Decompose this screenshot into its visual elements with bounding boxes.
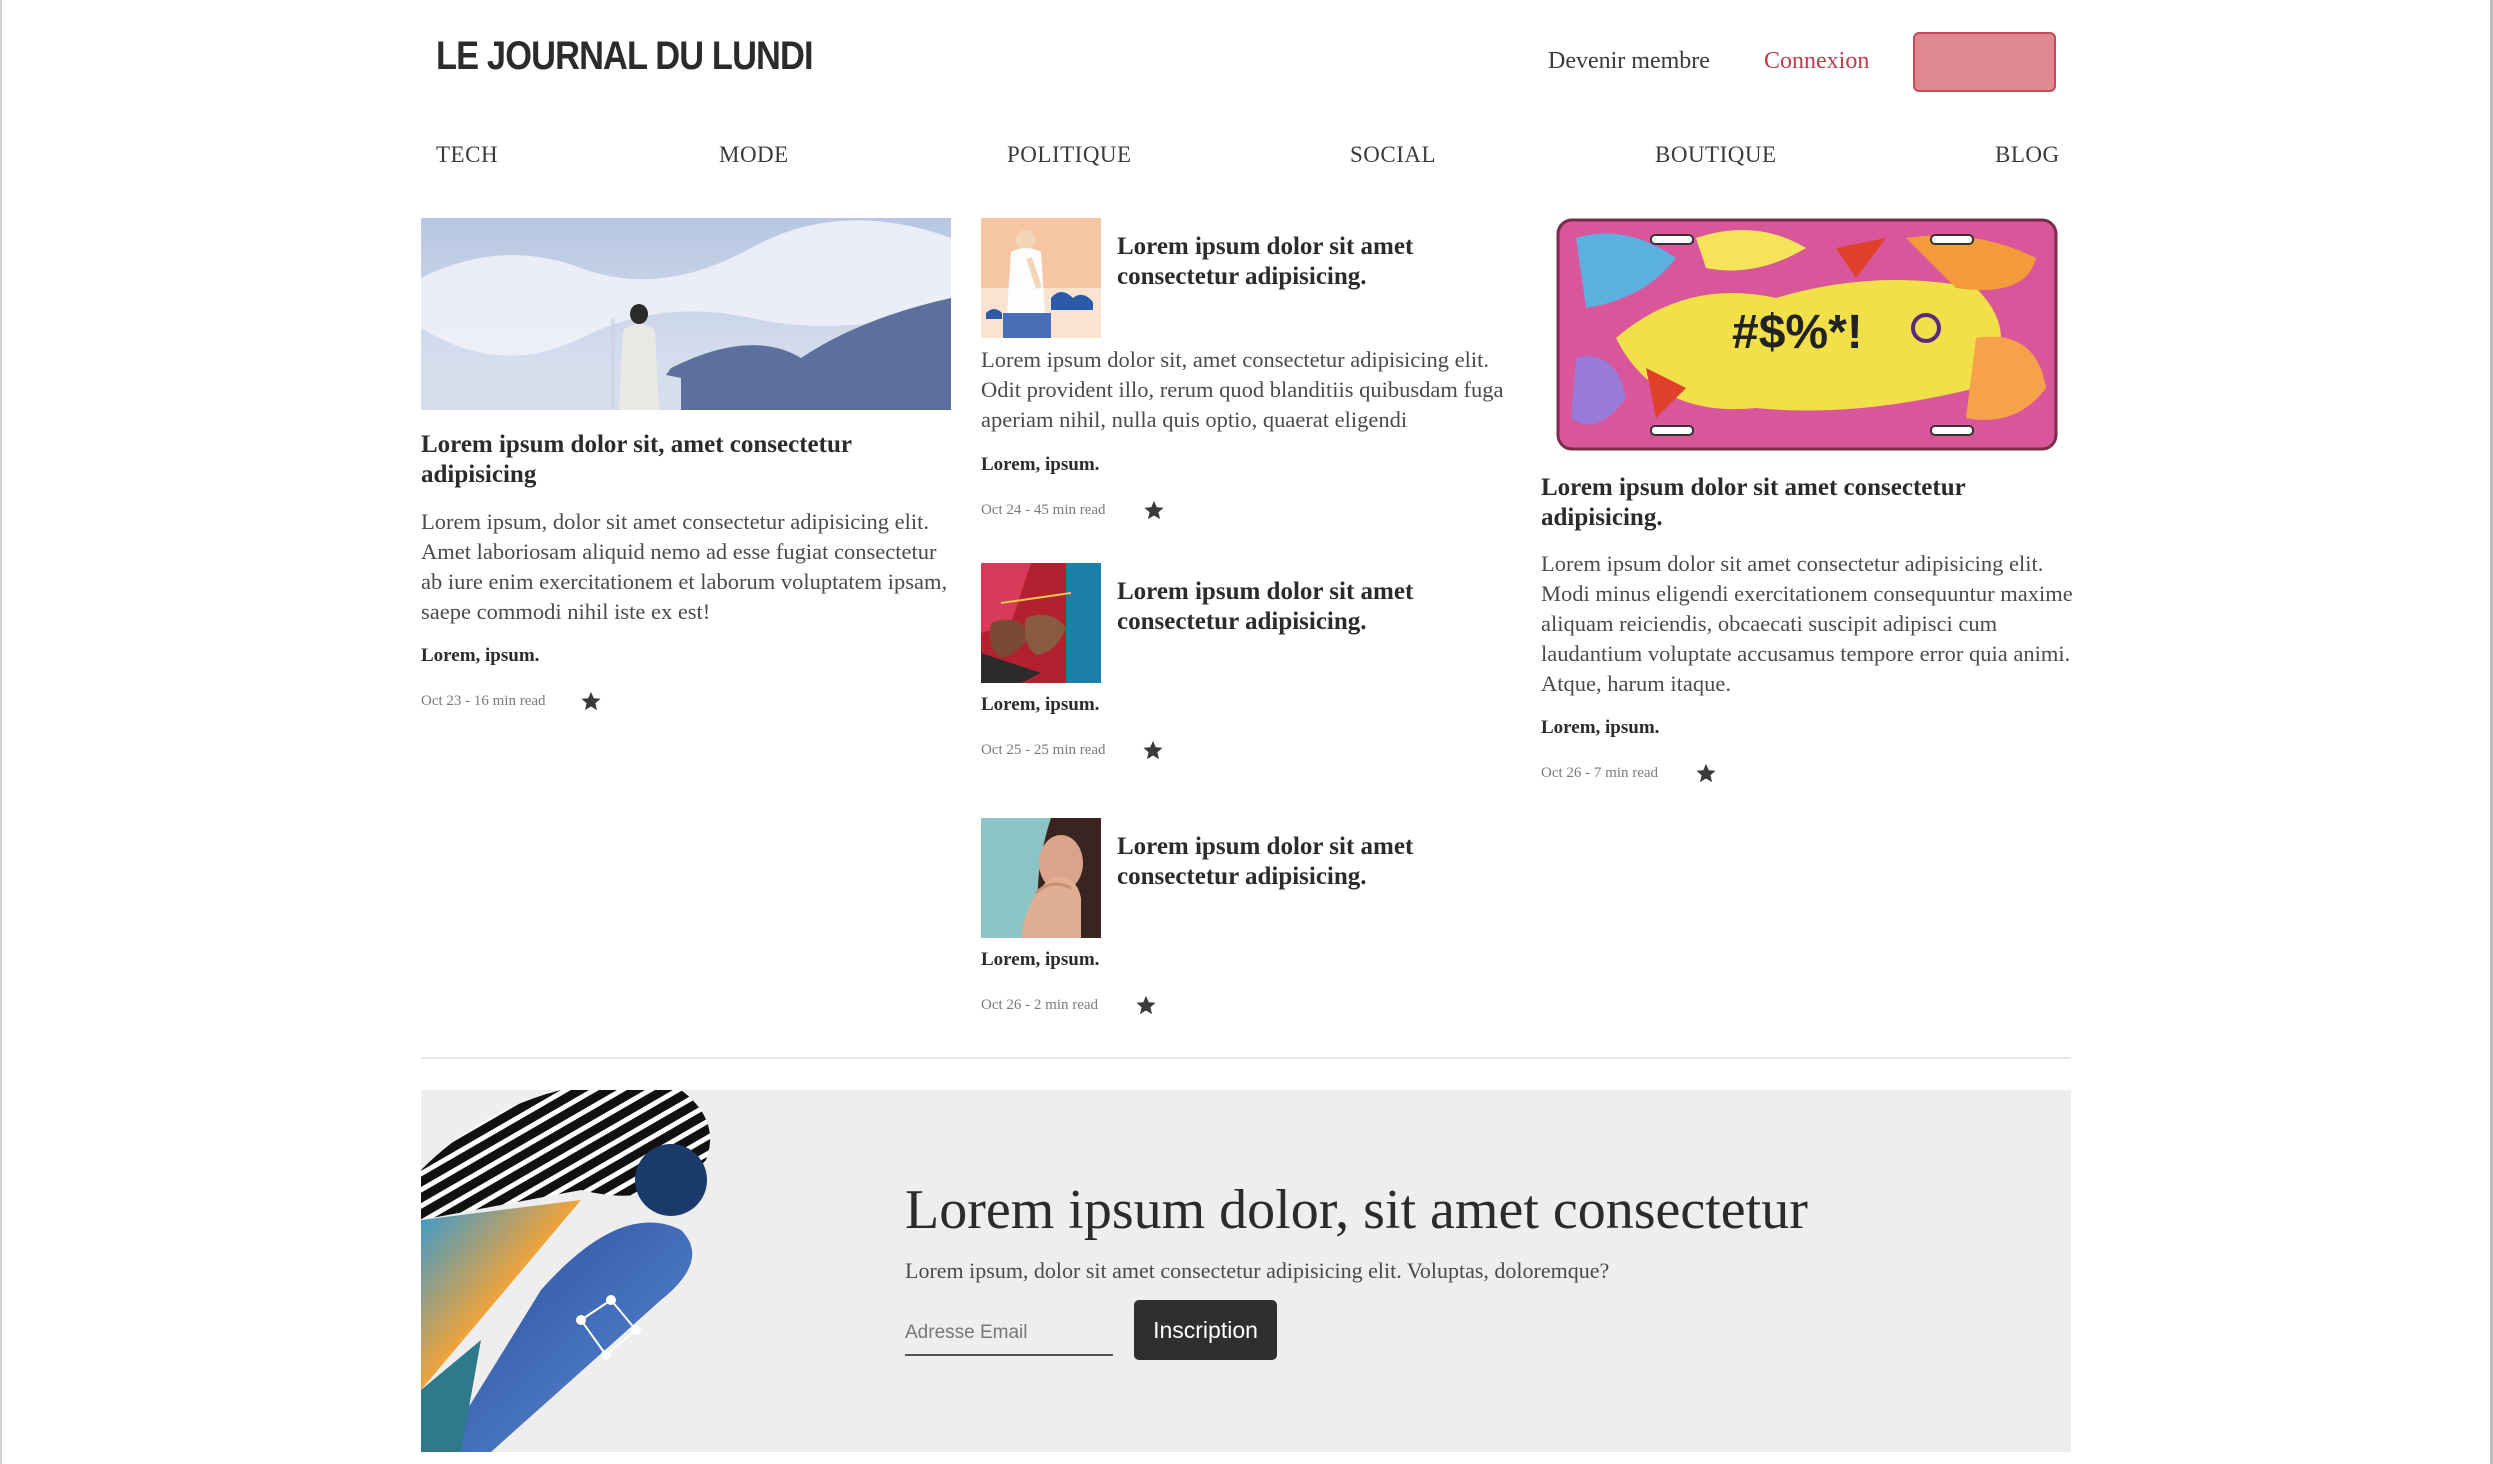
license-plate-text: #$%*! xyxy=(1732,306,1863,359)
article-mid2-meta: Oct 25 - 25 min read xyxy=(981,742,1106,758)
star-icon[interactable] xyxy=(1142,739,1164,761)
article-mid1-title[interactable]: Lorem ipsum dolor sit amet consectetur a… xyxy=(1117,232,1477,292)
article-mid3-title[interactable]: Lorem ipsum dolor sit amet consectetur a… xyxy=(1117,832,1477,892)
article-right-title[interactable]: Lorem ipsum dolor sit amet consectetur a… xyxy=(1541,473,2061,533)
login-link[interactable]: Connexion xyxy=(1764,48,1869,75)
article-right-meta: Oct 26 - 7 min read xyxy=(1541,765,1659,781)
article-left-excerpt: Lorem ipsum, dolor sit amet consectetur … xyxy=(421,509,948,624)
article-left-title[interactable]: Lorem ipsum dolor sit, amet consectetur … xyxy=(421,430,941,490)
newsletter-subtitle: Lorem ipsum, dolor sit amet consectetur … xyxy=(905,1258,1610,1283)
article-left-image[interactable] xyxy=(421,218,951,410)
article-right-image[interactable]: #$%*! xyxy=(1556,218,2058,451)
nav-item-politique[interactable]: POLITIQUE xyxy=(1007,142,1132,168)
window-edge-left xyxy=(0,0,2,1464)
star-icon[interactable] xyxy=(580,690,602,712)
newsletter-title: Lorem ipsum dolor, sit amet consectetur xyxy=(905,1179,1808,1241)
article-left-meta: Oct 23 - 16 min read xyxy=(421,693,546,709)
article-right-excerpt: Lorem ipsum dolor sit amet consectetur a… xyxy=(1541,551,2073,696)
article-mid1-excerpt: Lorem ipsum dolor sit, amet consectetur … xyxy=(981,347,1504,432)
article-mid2-author: Lorem, ipsum. xyxy=(981,694,1100,715)
nav-item-tech[interactable]: TECH xyxy=(436,142,498,168)
article-mid3-meta: Oct 26 - 2 min read xyxy=(981,997,1099,1013)
star-icon[interactable] xyxy=(1143,499,1165,521)
become-member-link[interactable]: Devenir membre xyxy=(1548,48,1710,75)
newsletter-section: Lorem ipsum dolor, sit amet consectetur … xyxy=(421,1090,2071,1452)
star-icon[interactable] xyxy=(1695,762,1717,784)
star-icon[interactable] xyxy=(1135,994,1157,1016)
newsletter-art xyxy=(421,1090,711,1452)
article-mid3-author: Lorem, ipsum. xyxy=(981,949,1100,970)
article-mid2-image[interactable] xyxy=(981,563,1101,683)
article-mid2-title[interactable]: Lorem ipsum dolor sit amet consectetur a… xyxy=(1117,577,1477,637)
article-mid1-author: Lorem, ipsum. xyxy=(981,454,1100,475)
subscribe-button[interactable]: Inscription xyxy=(1134,1300,1277,1360)
article-mid1-meta: Oct 24 - 45 min read xyxy=(981,502,1106,518)
article-right-author: Lorem, ipsum. xyxy=(1541,717,1660,738)
section-divider xyxy=(421,1057,2071,1059)
article-left-author: Lorem, ipsum. xyxy=(421,645,540,666)
nav-item-mode[interactable]: MODE xyxy=(719,142,789,168)
article-mid3-image[interactable] xyxy=(981,818,1101,938)
email-input[interactable] xyxy=(905,1312,1113,1356)
article-mid1-image[interactable] xyxy=(981,218,1101,338)
site-logo[interactable]: LE JOURNAL DU LUNDI xyxy=(436,34,814,79)
nav-item-social[interactable]: SOCIAL xyxy=(1350,142,1436,168)
header-action-button[interactable] xyxy=(1913,32,2056,92)
nav-item-blog[interactable]: BLOG xyxy=(1995,142,2060,168)
nav-item-boutique[interactable]: BOUTIQUE xyxy=(1655,142,1777,168)
